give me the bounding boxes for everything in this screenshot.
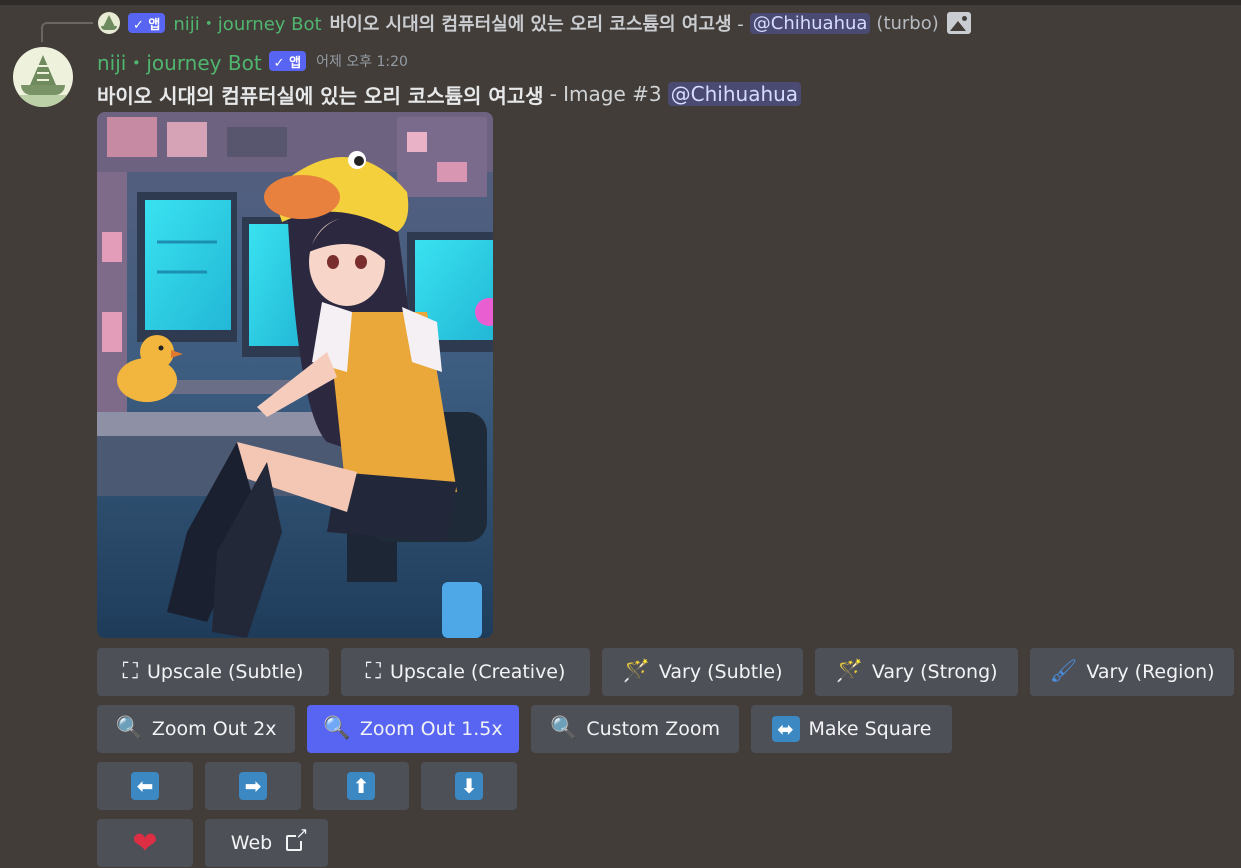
app-badge: ✓ 앱 [268,51,307,71]
app-badge: ✓ 앱 [128,13,166,33]
button-label: Zoom Out 2x [151,718,277,740]
user-mention[interactable]: @Chihuahua [667,82,802,106]
image-icon[interactable] [946,12,971,34]
vary-strong-button[interactable]: 🪄 Vary (Strong) [815,648,1018,696]
pan-down-button[interactable]: ⬇ [421,762,517,810]
button-label: Zoom Out 1.5x [359,718,503,740]
button-label: Vary (Region) [1086,661,1215,683]
reply-suffix: (turbo) [876,12,939,34]
reply-prompt: 바이오 시대의 컴퓨터실에 있는 오리 코스튬의 여고생 [329,14,732,35]
generated-image[interactable] [97,112,493,638]
paintbrush-icon: 🖌 [1049,659,1078,684]
left-right-arrow-icon: ⬌ [771,716,800,742]
arrow-up-icon: ⬆ [347,772,375,800]
button-label: Upscale (Subtle) [147,661,304,683]
zoom-out-1-5x-button[interactable]: 🔍 Zoom Out 1.5x [307,705,519,753]
reply-text[interactable]: 바이오 시대의 컴퓨터실에 있는 오리 코스튬의 여고생 - [330,10,744,36]
vary-subtle-button[interactable]: 🪄 Vary (Subtle) [602,648,803,696]
external-link-icon [286,826,309,851]
magnifier-icon: 🔍 [115,716,143,741]
message-content: 바이오 시대의 컴퓨터실에 있는 오리 코스튬의 여고생 - Image #3 … [97,80,802,108]
button-label: Vary (Subtle) [658,661,783,683]
author-name[interactable]: niji・journey Bot [97,47,262,76]
custom-zoom-button[interactable]: 🔍 Custom Zoom [531,705,739,753]
magnifier-icon: 🔍 [549,716,578,741]
reply-spine [41,22,93,42]
prompt-text: 바이오 시대의 컴퓨터실에 있는 오리 코스튬의 여고생 [97,83,544,108]
reply-avatar[interactable] [98,12,120,34]
anime-illustration [97,112,493,638]
upscale-creative-button[interactable]: ⛶ Upscale (Creative) [341,648,590,696]
magic-wand-icon: 🪄 [835,659,863,684]
reply-preview[interactable]: ✓ 앱 niji・journey Bot 바이오 시대의 컴퓨터실에 있는 오리… [41,9,1231,42]
upscale-subtle-button[interactable]: ⛶ Upscale (Subtle) [97,648,329,696]
zoom-out-2x-button[interactable]: 🔍 Zoom Out 2x [97,705,295,753]
favorite-button[interactable]: ❤ [97,819,193,867]
button-label: Vary (Strong) [871,661,998,683]
pan-left-button[interactable]: ⬅ [97,762,193,810]
button-label: Make Square [808,718,932,740]
top-edge [0,0,1241,5]
button-label: Custom Zoom [586,718,720,740]
vary-region-button[interactable]: 🖌 Vary (Region) [1030,648,1234,696]
message-header: niji・journey Bot ✓ 앱 어제 오후 1:20 [97,47,408,76]
magnifier-icon: 🔍 [323,716,351,741]
button-label: Upscale (Creative) [389,661,566,683]
author-avatar[interactable] [13,47,73,107]
arrow-down-icon: ⬇ [455,772,483,800]
image-number: - Image #3 [549,82,662,106]
reply-mention[interactable]: @Chihuahua [749,12,871,34]
arrow-right-icon: ➡ [239,772,267,800]
arrow-left-icon: ⬅ [131,772,159,800]
heart-icon: ❤ [132,825,158,861]
reply-separator: - [737,14,744,35]
web-link-button[interactable]: Web [205,819,328,867]
pan-up-button[interactable]: ⬆ [313,762,409,810]
upscale-icon: ⛶ [365,659,381,684]
magic-wand-icon: 🪄 [622,659,650,684]
reply-content[interactable]: ✓ 앱 niji・journey Bot 바이오 시대의 컴퓨터실에 있는 오리… [98,9,971,37]
upscale-icon: ⛶ [122,659,139,684]
button-label: Web [230,832,273,854]
pan-right-button[interactable]: ➡ [205,762,301,810]
timestamp[interactable]: 어제 오후 1:20 [316,51,408,71]
make-square-button[interactable]: ⬌ Make Square [751,705,952,753]
reply-author[interactable]: niji・journey Bot [173,10,321,36]
